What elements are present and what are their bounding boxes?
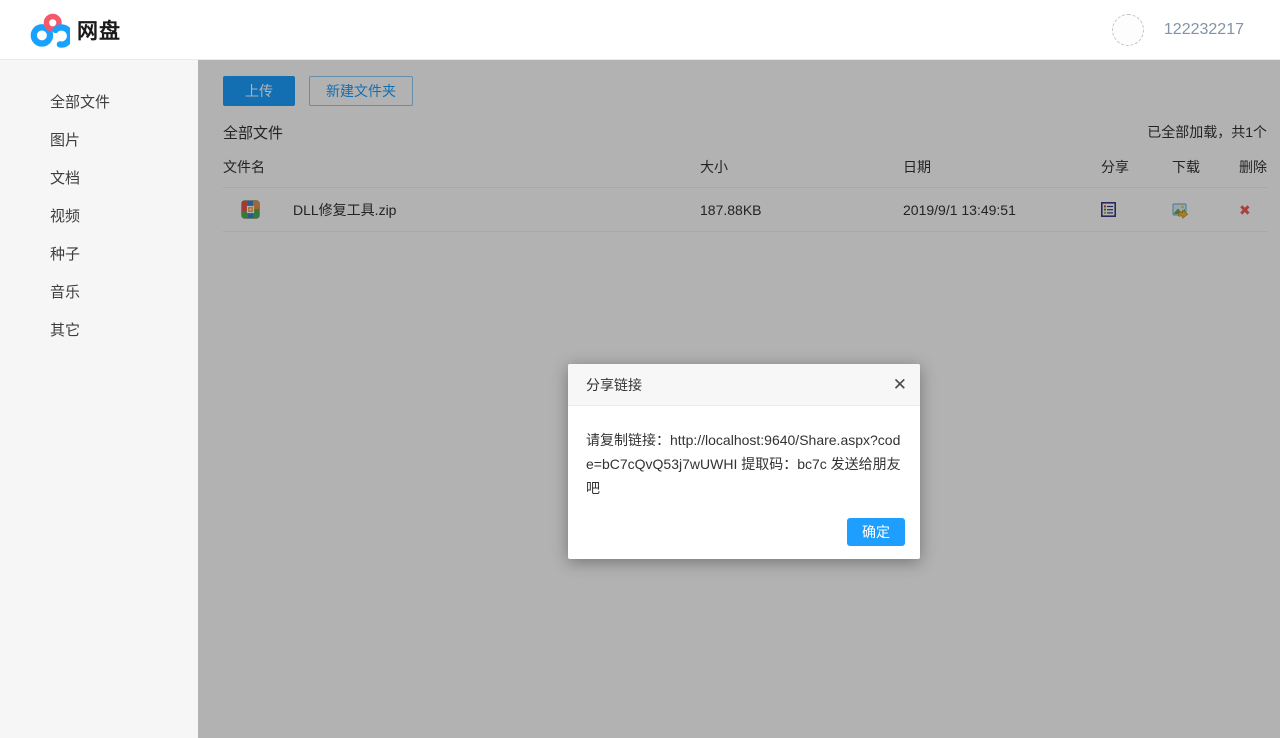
sidebar-item-torrents[interactable]: 种子	[0, 236, 198, 274]
share-link-text: 请复制链接：http://localhost:9640/Share.aspx?c…	[568, 406, 920, 518]
app-title: 网盘	[77, 15, 121, 45]
sidebar-item-images[interactable]: 图片	[0, 122, 198, 160]
dialog-title: 分享链接	[586, 377, 642, 393]
user-menu[interactable]: 122232217	[1112, 0, 1244, 60]
confirm-button[interactable]: 确定	[847, 518, 905, 546]
username: 122232217	[1164, 21, 1244, 39]
sidebar-item-videos[interactable]: 视频	[0, 198, 198, 236]
sidebar-item-documents[interactable]: 文档	[0, 160, 198, 198]
share-link-dialog: 分享链接 ✕ 请复制链接：http://localhost:9640/Share…	[568, 364, 920, 559]
close-icon[interactable]: ✕	[893, 364, 907, 406]
sidebar-item-music[interactable]: 音乐	[0, 274, 198, 312]
logo-cloud-icon	[30, 12, 70, 48]
avatar	[1112, 14, 1144, 46]
sidebar-item-all-files[interactable]: 全部文件	[0, 84, 198, 122]
top-header: 网盘 122232217	[0, 0, 1280, 60]
app-logo: 网盘	[30, 12, 121, 48]
sidebar: 全部文件 图片 文档 视频 种子 音乐 其它	[0, 60, 198, 738]
sidebar-item-other[interactable]: 其它	[0, 312, 198, 350]
